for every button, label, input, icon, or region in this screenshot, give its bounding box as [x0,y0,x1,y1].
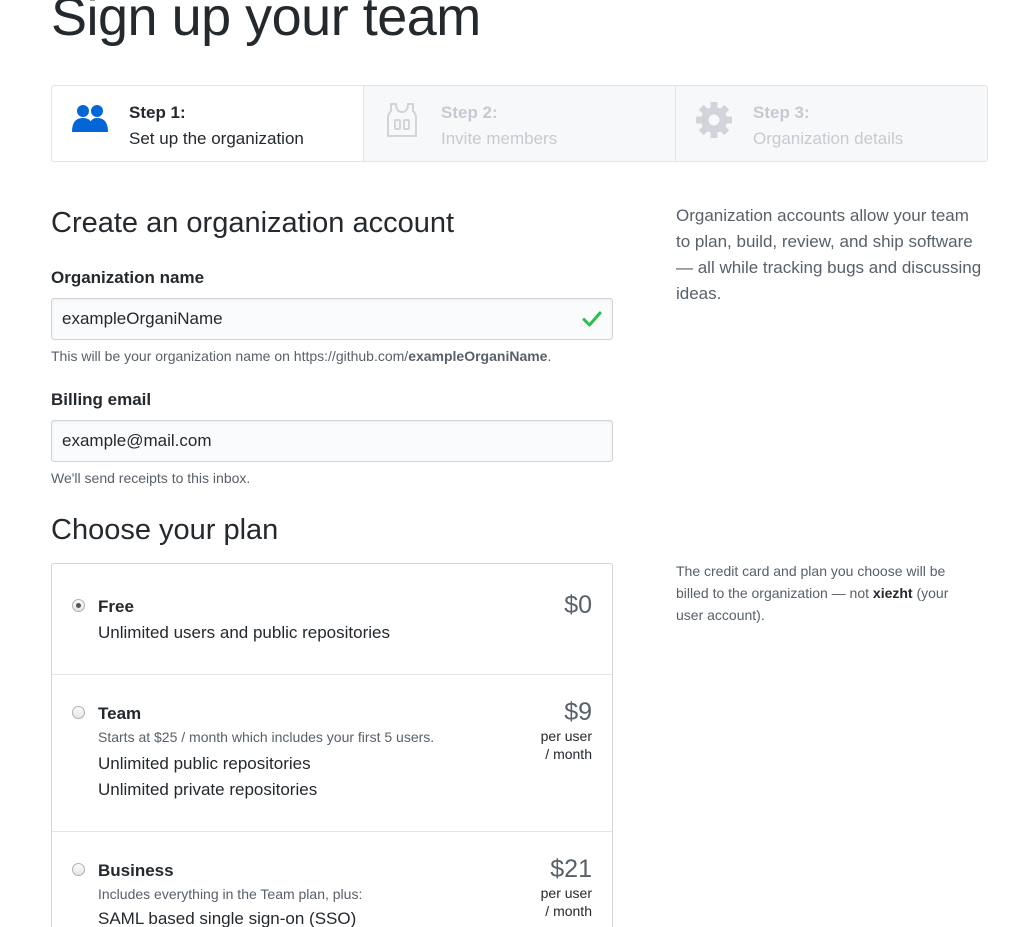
org-account-description: Organization accounts allow your team to… [676,206,982,303]
plan-name: Business [98,861,174,880]
plan-feature: Unlimited public repositories [98,754,311,773]
org-name-note-name: exampleOrganiName [408,348,548,364]
plan-feature: SAML based single sign-on (SSO) [98,909,357,927]
signup-page: Sign up your team Step 1: Set up the org… [0,0,1025,927]
step-label: Set up the organization [129,129,304,148]
org-name-note: This will be your organization name on h… [51,348,552,364]
org-name-input[interactable]: exampleOrganiName [51,298,613,340]
plan-price: $0 [564,591,592,619]
billing-username: xiezht [872,585,913,601]
step-number: Step 1: [129,103,186,122]
plan-business[interactable]: Business Includes everything in the Team… [52,832,612,927]
plan-free-radio[interactable] [72,599,85,612]
plan-list: Free Unlimited users and public reposito… [51,563,613,927]
billing-description: The credit card and plan you choose will… [676,563,949,623]
jersey-icon [387,103,417,137]
plan-unit-per-month: / month [545,903,592,919]
step-label: Invite members [441,129,558,148]
plan-subtitle: Starts at $25 / month which includes you… [98,729,435,745]
step-1-setup: Step 1: Set up the organization [52,86,363,161]
billing-email-label: Billing email [51,390,152,409]
plan-team[interactable]: Team Starts at $25 / month which include… [52,675,612,832]
plan-name: Free [98,597,134,616]
plan-team-radio[interactable] [72,706,85,719]
billing-email-input[interactable]: example@mail.com [51,420,613,462]
plan-section-heading: Choose your plan [51,514,279,546]
account-section-heading: Create an organization account [51,207,455,239]
org-name-value: exampleOrganiName [62,309,223,328]
plan-unit-per-user: per user [540,728,592,744]
plan-name: Team [98,704,142,723]
plan-unit-per-user: per user [540,885,592,901]
billing-email-note: We'll send receipts to this inbox. [51,470,251,486]
step-label: Organization details [753,129,904,148]
org-name-label: Organization name [51,268,205,287]
plan-feature: Unlimited private repositories [98,780,318,799]
billing-email-value: example@mail.com [62,431,212,450]
plan-feature: Unlimited users and public repositories [98,623,390,642]
step-2-invite: Step 2: Invite members [363,86,675,161]
step-number: Step 3: [753,103,810,122]
gear-icon [696,102,732,138]
signup-steps: Step 1: Set up the organization Step 2: … [51,85,988,162]
step-number: Step 2: [441,103,498,122]
plan-price: $9 [564,698,592,726]
page-title: Sign up your team [51,0,481,47]
people-icon [72,105,108,132]
plan-business-radio[interactable] [72,863,85,876]
step-3-details: Step 3: Organization details [675,86,987,161]
plan-unit-per-month: / month [545,746,592,762]
plan-price: $21 [550,855,592,883]
plan-free[interactable]: Free Unlimited users and public reposito… [52,564,612,675]
check-icon [582,311,602,327]
plan-subtitle: Includes everything in the Team plan, pl… [98,886,363,902]
